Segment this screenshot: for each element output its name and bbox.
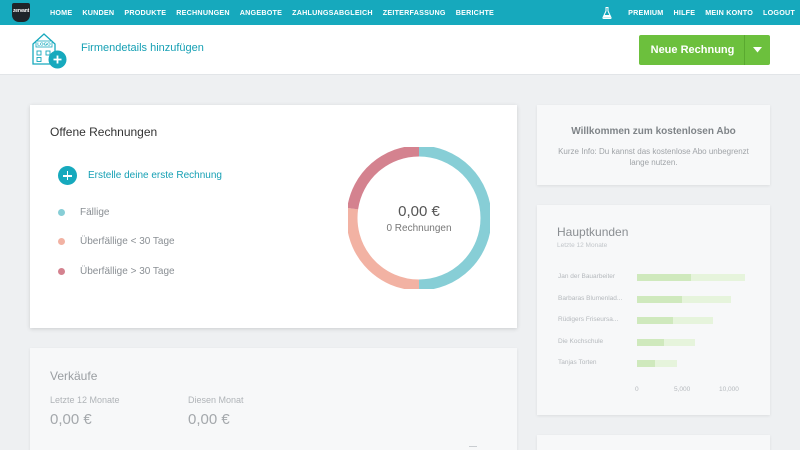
customer-bar-paid [637, 295, 682, 303]
axis-tick: 10,000 [719, 386, 739, 393]
customer-bar-total [637, 360, 678, 367]
donut-segment-overdue-long [348, 147, 420, 210]
legend-dot-overdue-long [58, 268, 65, 275]
nav-hilfe[interactable]: HILFE [673, 8, 695, 17]
create-first-invoice-label[interactable]: Erstelle deine erste Rechnung [88, 170, 222, 181]
sales-month-value: 0,00 € [188, 411, 230, 428]
logo-placeholder-text: LOGO [37, 42, 51, 47]
customer-name: Rüdigers Friseursa... [558, 316, 619, 323]
welcome-title: Willkommen zum kostenlosen Abo [571, 126, 736, 137]
open-invoices-donut-chart: 0,00 € 0 Rechnungen [348, 147, 490, 289]
legend-dot-due [58, 209, 65, 216]
nav-logout[interactable]: LOGOUT [763, 8, 795, 17]
nav-mein-konto[interactable]: MEIN KONTO [705, 8, 753, 17]
welcome-card: Willkommen zum kostenlosen Abo Kurze Inf… [537, 105, 770, 185]
open-total-amount: 0,00 € [398, 203, 440, 220]
nav-home[interactable]: HOME [50, 8, 72, 17]
nav-berichte[interactable]: BERICHTE [456, 8, 494, 17]
sales-card: Verkäufe Letzte 12 Monate 0,00 € Diesen … [30, 348, 517, 450]
sales-last12-label: Letzte 12 Monate [50, 395, 120, 405]
open-invoices-card: Offene Rechnungen Erstelle deine erste R… [30, 105, 517, 328]
subheader: LOGO Firmendetails hinzufügen Neue Rechn… [0, 25, 800, 75]
add-company-details-link[interactable]: Firmendetails hinzufügen [81, 42, 204, 54]
caret-down-icon [753, 47, 762, 53]
zervant-logo[interactable]: zervant [12, 3, 30, 22]
scroll-indicator [469, 446, 477, 450]
logo-text: zervant [12, 8, 30, 14]
legend-item: Überfällige < 30 Tage [58, 236, 175, 247]
customer-name: Jan der Bauarbeiter [558, 273, 616, 280]
legend-item: Überfällige > 30 Tage [58, 266, 175, 277]
axis-tick: 5,000 [674, 386, 691, 393]
welcome-text: Kurze Info: Du kannst das kostenlose Abo… [558, 147, 749, 167]
customer-bar-paid [637, 274, 691, 281]
customer-bar-total [637, 317, 714, 324]
legend-dot-overdue-short [58, 238, 65, 245]
legend-label: Überfällige < 30 Tage [80, 236, 175, 247]
top-customers-title: Hauptkunden [557, 225, 629, 239]
customer-name: Tanjas Torten [558, 359, 597, 366]
customer-bar-total [637, 274, 745, 281]
nav-angebote[interactable]: ANGEBOTE [240, 8, 282, 17]
customer-name: Barbaras Blumenlad... [558, 294, 623, 302]
customer-bar-total [637, 338, 696, 346]
top-navigation: zervant HOME KUNDEN PRODUKTE RECHNUNGEN … [0, 0, 800, 25]
nav-premium[interactable]: PREMIUM [628, 8, 663, 17]
nav-produkte[interactable]: PRODUKTE [124, 8, 166, 17]
sales-month-label: Diesen Monat [188, 395, 244, 405]
axis-tick: 0 [635, 386, 639, 393]
open-invoice-count: 0 Rechnungen [386, 223, 451, 234]
plus-icon [58, 166, 77, 185]
donut-segment-overdue-short [348, 207, 420, 289]
customer-bar-paid [637, 338, 664, 346]
customer-name: Die Kochschule [558, 337, 604, 345]
secondary-card [537, 435, 770, 450]
nav-rechnungen[interactable]: RECHNUNGEN [176, 8, 230, 17]
legend-label: Überfällige > 30 Tage [80, 266, 175, 277]
open-invoices-title: Offene Rechnungen [50, 125, 158, 139]
customer-bar-paid [637, 360, 655, 367]
main-menu: HOME KUNDEN PRODUKTE RECHNUNGEN ANGEBOTE… [50, 0, 504, 25]
company-logo-placeholder-icon[interactable]: LOGO [30, 29, 70, 71]
legend-item: Fällige [58, 207, 109, 218]
customer-bar-paid [637, 317, 673, 324]
nav-kunden[interactable]: KUNDEN [82, 8, 114, 17]
account-menu: PREMIUM HILFE MEIN KONTO LOGOUT [602, 0, 795, 25]
flask-icon[interactable] [602, 6, 612, 19]
top-customers-card: Hauptkunden Letzte 12 Monate Jan der Bau… [537, 205, 770, 415]
new-invoice-button[interactable]: Neue Rechnung [639, 35, 770, 65]
new-invoice-dropdown-toggle[interactable] [744, 35, 770, 65]
legend-label: Fällige [80, 207, 110, 218]
nav-zahlungsabgleich[interactable]: ZAHLUNGSABGLEICH [292, 8, 373, 17]
customer-bar-total [637, 295, 732, 303]
sales-title: Verkäufe [50, 369, 98, 383]
new-invoice-label[interactable]: Neue Rechnung [639, 35, 744, 65]
nav-zeiterfassung[interactable]: ZEITERFASSUNG [383, 8, 446, 17]
top-customers-subtitle: Letzte 12 Monate [557, 242, 608, 249]
create-first-invoice-link[interactable]: Erstelle deine erste Rechnung [58, 166, 222, 185]
sales-last12-value: 0,00 € [50, 411, 92, 428]
